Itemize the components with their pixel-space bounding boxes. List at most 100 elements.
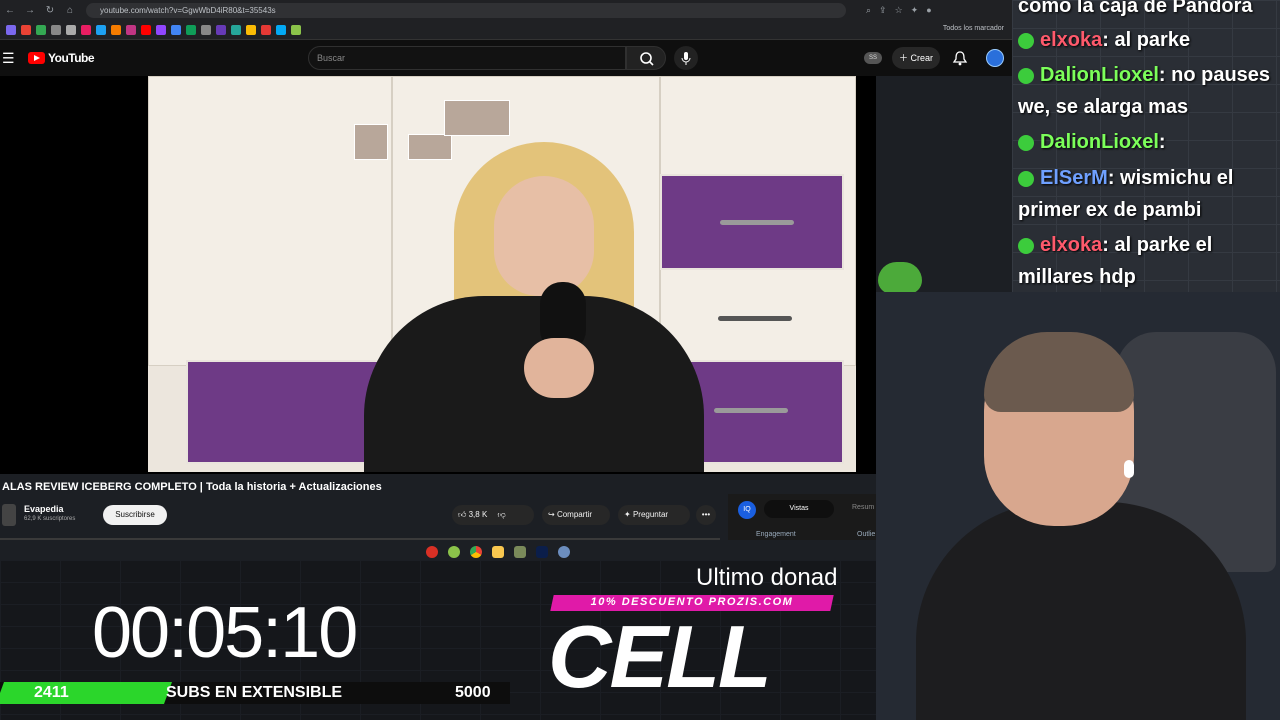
- app-icon[interactable]: [514, 546, 526, 558]
- wall-photo: [444, 100, 510, 136]
- bookmark-icon[interactable]: [36, 24, 46, 35]
- bookmark-icon[interactable]: [291, 24, 301, 35]
- address-bar[interactable]: youtube.com/watch?v=GgwWbD4iR80&t=35543s: [86, 2, 846, 18]
- chat-username[interactable]: elxoka: [1040, 29, 1102, 51]
- chat-message: DalionLioxel: no pauses we, se alarga ma…: [1018, 59, 1280, 123]
- divider: [0, 538, 720, 540]
- bookmark-icon[interactable]: [111, 24, 121, 35]
- wall-photo: [408, 134, 452, 160]
- voice-search-button[interactable]: [674, 46, 698, 70]
- youtube-logo-text: YouTube: [48, 51, 95, 65]
- chat-badge-icon: [1018, 32, 1034, 49]
- chat-text: :: [1158, 131, 1166, 153]
- chat-username[interactable]: DalionLioxel: [1040, 64, 1159, 86]
- wall-photo: [354, 124, 388, 160]
- drawer-handle: [714, 408, 788, 413]
- extensions-icon[interactable]: ✦: [911, 5, 919, 16]
- person-hand: [524, 338, 594, 398]
- search-input[interactable]: Buscar: [308, 46, 626, 70]
- bookmark-icon[interactable]: [246, 24, 256, 35]
- ss-badge[interactable]: SS: [864, 52, 882, 64]
- menu-icon[interactable]: ☰: [2, 50, 15, 67]
- bookmark-icon[interactable]: [201, 24, 211, 35]
- last-donation-label: Ultimo donad: [696, 564, 838, 591]
- bookmark-icon[interactable]: [141, 24, 151, 35]
- chat-username[interactable]: elxoka: [1040, 234, 1102, 256]
- account-avatar[interactable]: [986, 49, 1004, 67]
- outlier-label: Outlie: [857, 531, 876, 538]
- record-app-icon[interactable]: [426, 546, 438, 558]
- share-page-icon[interactable]: ⇪: [879, 5, 887, 16]
- forward-icon[interactable]: →: [20, 5, 40, 16]
- chat-username[interactable]: ElSerM: [1040, 167, 1108, 189]
- photoshop-icon[interactable]: [536, 546, 548, 558]
- tab-resume[interactable]: Resum: [852, 504, 874, 511]
- subscribe-button[interactable]: Suscribirse: [103, 505, 167, 525]
- bookmark-icon[interactable]: [186, 24, 196, 35]
- iq-icon[interactable]: IQ: [738, 501, 756, 519]
- chat-text: : al parke: [1102, 29, 1191, 51]
- chat-badge-icon: [1018, 237, 1034, 254]
- webcam-feed: [876, 292, 1280, 720]
- chat-badge-icon: [1018, 170, 1034, 187]
- youtube-play-icon: [28, 52, 45, 64]
- zoom-icon[interactable]: ⌕: [866, 5, 871, 16]
- like-button[interactable]: 👍︎ 3,8 K: [458, 510, 487, 519]
- channel-name[interactable]: Evapedia: [24, 504, 64, 514]
- share-button[interactable]: ↪ Compartir: [542, 505, 610, 525]
- folder-icon[interactable]: [492, 546, 504, 558]
- search-button[interactable]: [626, 46, 666, 70]
- video-frame[interactable]: [148, 76, 856, 472]
- chat-username[interactable]: DalionLioxel: [1040, 131, 1159, 153]
- chrome-icon[interactable]: [470, 546, 482, 558]
- bookmark-icon[interactable]: [231, 24, 241, 35]
- app-icon[interactable]: [448, 546, 460, 558]
- reload-icon[interactable]: ↻: [40, 5, 60, 16]
- profile-icon[interactable]: ●: [926, 5, 931, 16]
- like-count: 3,8 K: [468, 510, 488, 519]
- dislike-button[interactable]: 👎︎: [498, 510, 506, 519]
- back-icon[interactable]: ←: [0, 5, 20, 16]
- wardrobe-door: [148, 76, 392, 366]
- emote-face: [878, 262, 922, 294]
- bookmark-icon[interactable]: [66, 24, 76, 35]
- stream-timer: 00:05:10: [92, 593, 358, 673]
- bookmark-icon[interactable]: [171, 24, 181, 35]
- sparkle-icon: ✦: [624, 510, 633, 519]
- create-label: Crear: [910, 53, 934, 63]
- bookmark-icon[interactable]: [81, 24, 91, 35]
- streamer-torso: [916, 502, 1246, 720]
- tab-vistas[interactable]: Vistas: [764, 500, 834, 518]
- all-bookmarks[interactable]: Todos los marcador: [943, 25, 1004, 32]
- ask-label: Preguntar: [632, 510, 669, 519]
- bookmark-icon[interactable]: [96, 24, 106, 35]
- bookmark-icon[interactable]: [6, 24, 16, 35]
- bookmark-icon[interactable]: [21, 24, 31, 35]
- drawer-handle: [720, 220, 794, 225]
- more-actions-button[interactable]: •••: [696, 505, 716, 525]
- bookmark-star-icon[interactable]: ☆: [895, 5, 903, 16]
- bookmark-icon[interactable]: [216, 24, 226, 35]
- app-icon[interactable]: [558, 546, 570, 558]
- notifications-bell-icon[interactable]: [952, 50, 968, 66]
- bookmark-icon[interactable]: [276, 24, 286, 35]
- person-face: [494, 176, 594, 296]
- subs-label: SUBS EN EXTENSIBLE: [166, 684, 343, 701]
- bookmark-icon[interactable]: [126, 24, 136, 35]
- engagement-label: Engagement: [756, 531, 796, 538]
- chat-message: DalionLioxel:: [1018, 126, 1280, 158]
- video-title: ALAS REVIEW ICEBERG COMPLETO | Toda la h…: [2, 481, 382, 493]
- ask-button[interactable]: ✦ Preguntar: [618, 505, 690, 525]
- bookmark-icon[interactable]: [156, 24, 166, 35]
- taskbar: [426, 543, 602, 561]
- create-button[interactable]: ＋ Crear: [892, 47, 940, 69]
- chat-badge-icon: [1018, 67, 1034, 84]
- home-icon[interactable]: ⌂: [60, 5, 80, 16]
- youtube-logo[interactable]: YouTube: [28, 51, 95, 65]
- share-label: Compartir: [556, 510, 593, 519]
- bookmark-icon[interactable]: [261, 24, 271, 35]
- bookmark-icon[interactable]: [51, 24, 61, 35]
- bookmarks-bar: Todos los marcador: [0, 20, 1012, 40]
- browser-toolbar: ← → ↻ ⌂ youtube.com/watch?v=GgwWbD4iR80&…: [0, 0, 1012, 20]
- channel-avatar[interactable]: [2, 504, 16, 526]
